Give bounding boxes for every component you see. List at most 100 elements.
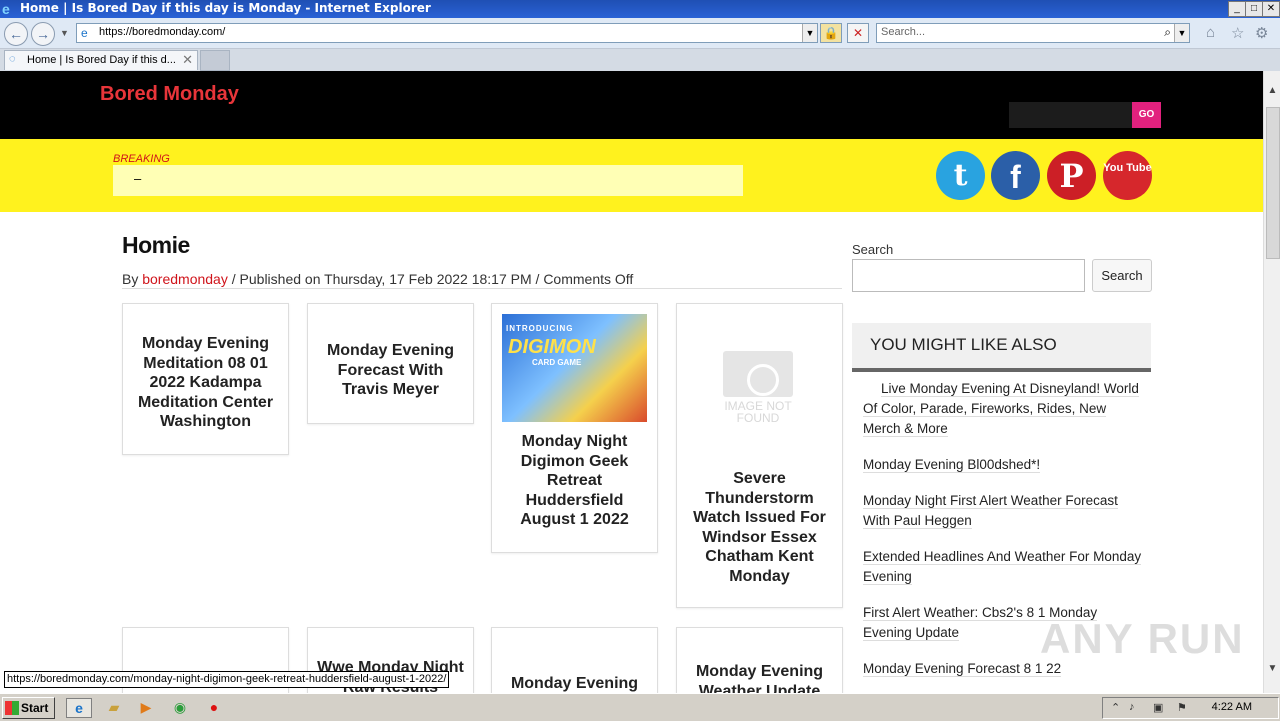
post-card-title[interactable]: Severe Thunderstorm Watch Issued For Win… — [685, 469, 834, 586]
browser-search-input[interactable]: Search... — [881, 26, 925, 38]
you-might-like-heading: YOU MIGHT LIKE ALSO — [870, 335, 1057, 354]
digimon-card-game-thumbnail[interactable]: INTRODUCING DIGIMON CARD GAME — [502, 314, 647, 422]
post-card[interactable]: Monday Evening — [491, 627, 658, 693]
start-button[interactable]: Start — [2, 697, 55, 719]
windows-flag-icon — [5, 701, 19, 715]
tab-label: Home | Is Bored Day if this d... — [27, 54, 176, 66]
you-might-like-heading-box: YOU MIGHT LIKE ALSO — [852, 323, 1151, 372]
image-not-found-text: IMAGE NOT FOUND — [724, 399, 792, 425]
camera-icon — [723, 351, 793, 397]
volume-icon[interactable]: ♪ — [1129, 701, 1135, 713]
history-dropdown-icon[interactable]: ▼ — [60, 28, 69, 38]
post-card[interactable]: Monday Evening Forecast With Travis Meye… — [307, 303, 474, 424]
new-tab-button[interactable] — [200, 50, 230, 71]
author-link[interactable]: boredmonday — [142, 271, 228, 287]
post-card-title[interactable]: Monday Evening — [500, 674, 649, 693]
sidebar-link-text[interactable]: Live Monday Evening At Disneyland! World… — [863, 381, 1139, 437]
close-window-button[interactable]: ✕ — [1262, 1, 1280, 17]
post-card[interactable]: Monday Evening Meditation 08 01 2022 Kad… — [122, 303, 289, 455]
sidebar-link[interactable]: Live Monday Evening At Disneyland! World… — [863, 379, 1143, 439]
scrollbar-thumb[interactable] — [1266, 107, 1280, 259]
tray-expand-icon[interactable]: ⌃ — [1111, 701, 1120, 714]
breaking-ticker-text: – — [134, 171, 142, 186]
post-card-title[interactable]: Monday Evening Meditation 08 01 2022 Kad… — [131, 334, 280, 432]
page-scrollbar[interactable]: ▲ ▼ — [1263, 71, 1280, 693]
sidebar-search-button[interactable]: Search — [1092, 259, 1152, 292]
address-url[interactable]: https://boredmonday.com/ — [99, 26, 225, 38]
taskbar-warning-icon[interactable]: ● — [204, 698, 224, 716]
minimize-button[interactable]: _ — [1228, 1, 1246, 17]
taskbar-ie-icon[interactable]: e — [66, 698, 92, 718]
stop-button[interactable]: ✕ — [847, 23, 869, 43]
action-center-flag-icon[interactable]: ⚑ — [1177, 701, 1187, 714]
post-card-title[interactable]: Monday Night Digimon Geek Retreat Hudder… — [500, 432, 649, 530]
status-link-url: https://boredmonday.com/monday-night-dig… — [4, 671, 450, 688]
scroll-down-arrow-icon[interactable]: ▼ — [1264, 663, 1280, 677]
address-dropdown-icon[interactable]: ▼ — [802, 24, 817, 42]
lock-icon[interactable]: 🔒 — [820, 23, 842, 43]
sidebar-search-label: Search — [852, 242, 894, 257]
browser-toolbar: ← → ▼ e https://boredmonday.com/ ▼ 🔒 ✕ S… — [0, 18, 1280, 49]
sidebar-link-text[interactable]: Monday Evening Bl00dshed*! — [863, 457, 1041, 473]
post-card[interactable]: INTRODUCING DIGIMON CARD GAME Monday Nig… — [491, 303, 658, 553]
twitter-icon[interactable]: t — [936, 151, 985, 200]
byline-prefix: By — [122, 271, 143, 287]
tab-strip: ◌ Home | Is Bored Day if this d... ✕ — [0, 49, 1280, 71]
window-title-bar: e Home | Is Bored Day if this day is Mon… — [0, 0, 1280, 18]
post-card[interactable]: IMAGE NOT FOUND Severe Thunderstorm Watc… — [676, 303, 843, 608]
taskbar-chrome-icon[interactable]: ◉ — [170, 698, 190, 716]
sidebar-search-input[interactable] — [852, 259, 1085, 292]
thumbnail-text: DIGIMON — [508, 336, 596, 358]
page-title: Homie — [122, 232, 190, 258]
thumbnail-text: CARD GAME — [532, 358, 582, 367]
sidebar-link-text[interactable]: Monday Evening Forecast 8 1 22 — [863, 661, 1062, 677]
favorites-icon[interactable]: ☆ — [1231, 24, 1244, 42]
camera-lens — [747, 364, 779, 396]
back-button[interactable]: ← — [4, 22, 28, 46]
address-bar[interactable]: e https://boredmonday.com/ ▼ — [76, 23, 818, 43]
ie-logo-icon: e — [2, 1, 10, 17]
system-tray: ⌃ ♪ ▣ ⚑ 4:22 AM — [1102, 697, 1279, 719]
youtube-icon[interactable]: You Tube — [1103, 151, 1152, 200]
taskbar-media-icon[interactable]: ▶ — [136, 698, 156, 716]
sidebar-link-text[interactable]: Extended Headlines And Weather For Monda… — [863, 549, 1142, 585]
breaking-news-band: BREAKING – t f P You Tube — [0, 139, 1263, 212]
breaking-ticker: – — [113, 165, 743, 196]
tab-home[interactable]: ◌ Home | Is Bored Day if this d... ✕ — [4, 50, 198, 70]
network-icon[interactable]: ▣ — [1153, 701, 1163, 714]
taskbar-folder-icon[interactable]: ▰ — [104, 698, 124, 716]
sidebar-link[interactable]: Monday Night First Alert Weather Forecas… — [863, 491, 1143, 531]
scroll-up-arrow-icon[interactable]: ▲ — [1264, 85, 1280, 99]
site-logo-text[interactable]: Bored Monday — [100, 83, 239, 106]
forward-button[interactable]: → — [31, 22, 55, 46]
tools-gear-icon[interactable]: ⚙ — [1255, 24, 1268, 42]
sidebar-link[interactable]: Monday Evening Bl00dshed*! — [863, 455, 1143, 475]
tab-loading-icon: ◌ — [9, 53, 16, 65]
facebook-icon[interactable]: f — [991, 151, 1040, 200]
tab-close-icon[interactable]: ✕ — [182, 52, 193, 68]
thumbnail-text: INTRODUCING — [506, 324, 574, 333]
breaking-label: BREAKING — [113, 153, 170, 165]
windows-taskbar: Start e ▰ ▶ ◉ ● ⌃ ♪ ▣ ⚑ 4:22 AM — [0, 693, 1280, 721]
browser-search-box[interactable]: Search... ⌕ ▼ — [876, 23, 1190, 43]
page-icon: e — [81, 26, 88, 40]
post-card[interactable]: Monday Evening Weather Update — [676, 627, 843, 693]
search-dropdown-icon[interactable]: ▼ — [1174, 24, 1189, 42]
site-header: Bored Monday GO — [0, 71, 1263, 139]
start-label: Start — [21, 701, 49, 715]
pinterest-icon[interactable]: P — [1047, 151, 1096, 200]
home-icon[interactable]: ⌂ — [1206, 24, 1215, 41]
image-not-found-placeholder: IMAGE NOT FOUND — [719, 346, 797, 426]
header-search-input[interactable] — [1009, 102, 1132, 128]
post-byline: By boredmonday / Published on Thursday, … — [122, 271, 633, 287]
window-title: Home | Is Bored Day if this day is Monda… — [20, 1, 431, 15]
search-icon[interactable]: ⌕ — [1164, 25, 1171, 40]
post-card-title[interactable]: Monday Evening Weather Update — [685, 662, 834, 693]
byline-meta: / Published on Thursday, 17 Feb 2022 18:… — [227, 271, 634, 287]
sidebar-link-text[interactable]: Monday Night First Alert Weather Forecas… — [863, 493, 1118, 529]
maximize-button[interactable]: □ — [1245, 1, 1263, 17]
sidebar-link[interactable]: Extended Headlines And Weather For Monda… — [863, 547, 1143, 587]
header-go-button[interactable]: GO — [1132, 102, 1161, 128]
post-card-title[interactable]: Monday Evening Forecast With Travis Meye… — [316, 341, 465, 400]
clock-time[interactable]: 4:22 AM — [1212, 701, 1252, 713]
